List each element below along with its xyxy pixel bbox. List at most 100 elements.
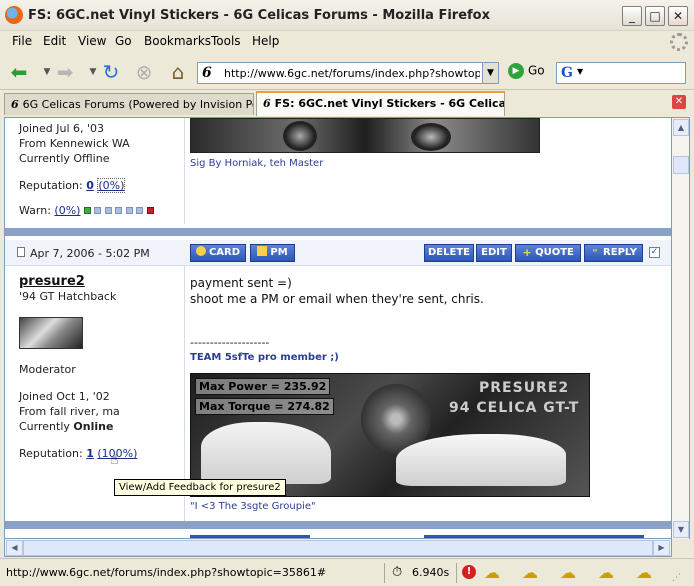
post-divider bbox=[5, 521, 671, 529]
menu-help[interactable]: Help bbox=[252, 34, 279, 48]
prev-sig-caption: Sig By Horniak, teh Master bbox=[190, 158, 324, 169]
weather-sun-cloud-icon[interactable]: ☁ bbox=[636, 563, 652, 582]
team-line: TEAM 5sfTe pro member ;) bbox=[190, 352, 339, 363]
post-author-joined: Joined Oct 1, '02 bbox=[19, 390, 110, 403]
search-engine-dropdown-icon[interactable]: ▼ bbox=[577, 67, 583, 76]
weather-sun-cloud-icon[interactable]: ☁ bbox=[560, 563, 576, 582]
address-bar[interactable]: 6 http://www.6gc.net/forums/index.php?sh… bbox=[197, 62, 499, 84]
pm-label: PM bbox=[270, 247, 288, 258]
weather-sun-cloud-icon[interactable]: ☁ bbox=[522, 563, 538, 582]
quote-marks-icon: " bbox=[592, 248, 598, 259]
post-body-line2: shoot me a PM or email when they're sent… bbox=[190, 292, 484, 306]
reputation-label: Reputation: bbox=[19, 447, 83, 460]
maximize-button[interactable]: □ bbox=[645, 6, 665, 26]
warn-level-red-icon bbox=[146, 207, 154, 214]
url-dropdown-icon[interactable]: ▼ bbox=[482, 63, 498, 83]
go-label: Go bbox=[528, 63, 545, 78]
weather-sun-cloud-icon[interactable]: ☁ bbox=[484, 563, 500, 582]
tab-label: 6G Celicas Forums (Powered by Invision P… bbox=[22, 98, 254, 111]
warn-level-empty-icon bbox=[115, 207, 123, 214]
timer-icon: ⏱ bbox=[392, 565, 403, 580]
post-userinfo: presure2 '94 GT Hatchback Moderator Join… bbox=[19, 274, 199, 460]
google-icon[interactable]: G bbox=[561, 65, 573, 81]
menu-tools[interactable]: Tools bbox=[211, 34, 241, 48]
prev-warn-pct[interactable]: (0%) bbox=[54, 204, 80, 217]
window-title: FS: 6GC.net Vinyl Stickers - 6G Celicas … bbox=[28, 8, 490, 23]
tab-forum-index[interactable]: 6 6G Celicas Forums (Powered by Invision … bbox=[4, 93, 254, 115]
prev-reputation-label: Reputation: bbox=[19, 179, 83, 192]
banner-car-white bbox=[201, 422, 331, 484]
signature-separator: -------------------- bbox=[190, 336, 270, 349]
horizontal-scroll-thumb[interactable] bbox=[23, 540, 653, 556]
forward-arrow-icon[interactable]: ➡ bbox=[52, 60, 78, 84]
prev-reputation-value[interactable]: 0 bbox=[86, 179, 94, 192]
status-bar: http://www.6gc.net/forums/index.php?show… bbox=[0, 558, 694, 586]
scroll-down-arrow-icon[interactable]: ▼ bbox=[673, 521, 689, 538]
banner-title-line1: PRESURE2 bbox=[479, 380, 570, 396]
card-label: CARD bbox=[208, 247, 241, 258]
card-button[interactable]: CARD bbox=[190, 244, 246, 262]
tab-vinyl-stickers[interactable]: 6 FS: 6GC.net Vinyl Stickers - 6G Celicas… bbox=[256, 91, 505, 116]
menu-file[interactable]: File bbox=[12, 34, 32, 48]
feedback-tooltip: View/Add Feedback for presure2 bbox=[114, 479, 286, 496]
reload-icon[interactable]: ↻ bbox=[98, 60, 124, 84]
tab-bar: 6 6G Celicas Forums (Powered by Invision … bbox=[0, 90, 694, 116]
warn-level-empty-icon bbox=[104, 207, 112, 214]
scroll-left-arrow-icon[interactable]: ◀ bbox=[6, 540, 23, 556]
plus-icon: + bbox=[522, 246, 532, 259]
menu-bar: File Edit View Go Bookmarks Tools Help bbox=[0, 31, 694, 53]
quote-label: QUOTE bbox=[535, 247, 574, 258]
prev-status: Currently Offline bbox=[19, 152, 110, 165]
tab-favicon-icon: 6 bbox=[263, 97, 271, 110]
close-window-button[interactable]: ✕ bbox=[668, 6, 688, 26]
quote-button[interactable]: + QUOTE bbox=[515, 244, 581, 262]
warn-level-empty-icon bbox=[136, 207, 144, 214]
warn-level-empty-icon bbox=[125, 207, 133, 214]
post-author-link[interactable]: presure2 bbox=[19, 274, 199, 289]
go-button[interactable]: ▶ Go bbox=[508, 63, 545, 79]
horizontal-scrollbar[interactable]: ◀ ▶ bbox=[4, 539, 672, 557]
delete-button[interactable]: DELETE bbox=[424, 244, 474, 262]
select-post-checkbox[interactable]: ✓ bbox=[649, 247, 660, 258]
edit-button[interactable]: EDIT bbox=[476, 244, 512, 262]
menu-go[interactable]: Go bbox=[115, 34, 132, 48]
error-icon[interactable]: ! bbox=[462, 565, 476, 579]
minimize-button[interactable]: _ bbox=[622, 6, 642, 26]
search-box[interactable]: G ▼ bbox=[556, 62, 686, 84]
banner-title-line2: 94 CELICA GT-T bbox=[449, 400, 580, 416]
car-wheel-graphic bbox=[283, 121, 317, 151]
prev-from: From Kennewick WA bbox=[19, 137, 130, 150]
edit-label: EDIT bbox=[481, 247, 507, 258]
status-separator bbox=[384, 563, 385, 583]
stop-icon[interactable]: ⊗ bbox=[131, 60, 157, 84]
reply-button[interactable]: " REPLY bbox=[584, 244, 643, 262]
close-tab-icon[interactable]: ✕ bbox=[672, 95, 686, 109]
post-author-reputation: Reputation: 1 (100%) bbox=[19, 447, 199, 460]
scroll-right-arrow-icon[interactable]: ▶ bbox=[653, 540, 670, 556]
banner-car-white bbox=[396, 434, 566, 486]
pm-button[interactable]: PM bbox=[250, 244, 295, 262]
post-divider bbox=[5, 228, 671, 236]
envelope-icon bbox=[257, 246, 268, 256]
vertical-scroll-thumb[interactable] bbox=[673, 156, 689, 174]
url-text[interactable]: http://www.6gc.net/forums/index.php?show… bbox=[224, 67, 480, 80]
post-header: Apr 7, 2006 - 5:02 PM CARD PM DELETE EDI… bbox=[5, 240, 671, 266]
resize-grip-icon[interactable]: ⋰ bbox=[672, 573, 681, 583]
post-author-from: From fall river, ma bbox=[19, 405, 120, 418]
back-arrow-icon[interactable]: ⬅ bbox=[6, 60, 32, 84]
menu-bookmarks[interactable]: Bookmarks bbox=[144, 34, 211, 48]
scroll-up-arrow-icon[interactable]: ▲ bbox=[673, 119, 689, 136]
vertical-scrollbar[interactable]: ▲ ▼ bbox=[672, 117, 690, 539]
prev-reputation-pct[interactable]: (0%) bbox=[97, 178, 126, 193]
menu-edit[interactable]: Edit bbox=[43, 34, 66, 48]
post-date: Apr 7, 2006 - 5:02 PM bbox=[30, 247, 150, 260]
home-icon[interactable]: ⌂ bbox=[165, 60, 191, 84]
load-time: 6.940s bbox=[412, 566, 450, 579]
sig-max-torque: Max Torque = 274.82 bbox=[195, 398, 334, 415]
menu-view[interactable]: View bbox=[78, 34, 106, 48]
status-separator bbox=[456, 563, 457, 583]
post-page-icon bbox=[17, 247, 25, 257]
weather-sun-cloud-icon[interactable]: ☁ bbox=[598, 563, 614, 582]
reputation-value[interactable]: 1 bbox=[86, 447, 94, 460]
prev-joined: Joined Jul 6, '03 bbox=[19, 122, 105, 135]
